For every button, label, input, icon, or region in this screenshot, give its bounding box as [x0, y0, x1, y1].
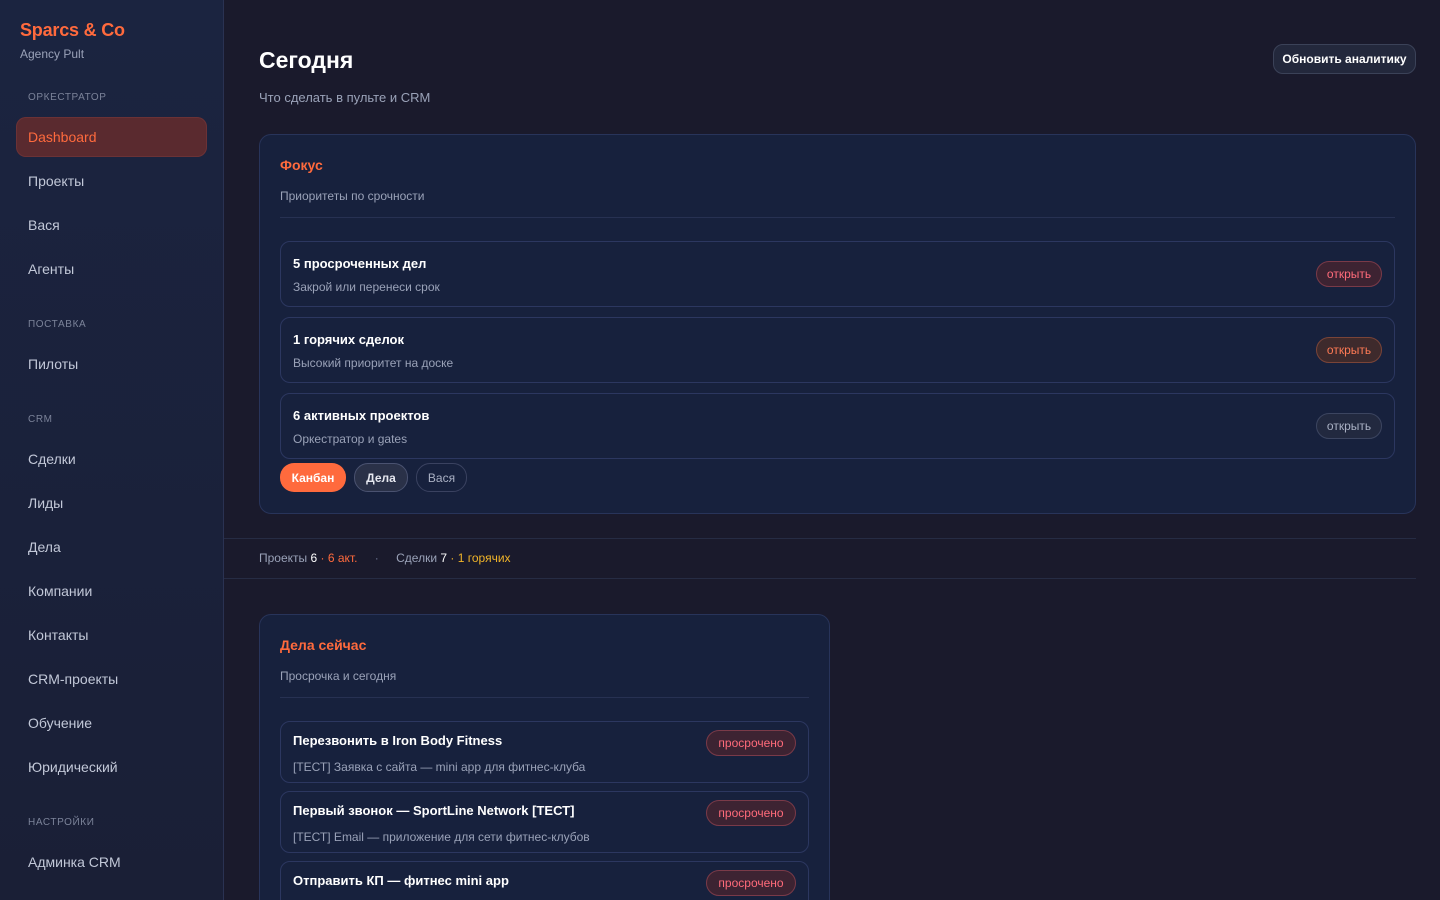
- page-title: Сегодня: [259, 47, 354, 73]
- stats-projects-active: · 6 акт.: [320, 551, 358, 565]
- refresh-analytics-button[interactable]: Обновить аналитику: [1273, 44, 1416, 74]
- sidebar-item-leads[interactable]: Лиды: [16, 483, 207, 523]
- stats-deals-hot: · 1 горячих: [450, 551, 511, 565]
- tasks-chip[interactable]: Дела: [354, 463, 408, 492]
- focus-item-active-projects: 6 активных проектов Оркестратор и gates …: [280, 393, 1395, 459]
- stats-deals-label: Сделки: [396, 551, 438, 565]
- sidebar-item-training[interactable]: Обучение: [16, 703, 207, 743]
- focus-item-title: 1 горячих сделок: [293, 332, 405, 347]
- open-hot-deals-button[interactable]: открыть: [1316, 337, 1382, 363]
- focus-item-overdue: 5 просроченных дел Закрой или перенеси с…: [280, 241, 1395, 307]
- kanban-chip[interactable]: Канбан: [280, 463, 346, 492]
- main-content: Сегодня Что сделать в пульте и CRM Обнов…: [224, 0, 1440, 900]
- stats-projects-label: Проекты: [259, 551, 308, 565]
- nav-section-crm: CRM: [28, 414, 53, 425]
- focus-card-subtitle: Приоритеты по срочности: [280, 189, 425, 203]
- open-projects-button[interactable]: открыть: [1316, 413, 1382, 439]
- task-row[interactable]: Перезвонить в Iron Body Fitness [ТЕСТ] З…: [280, 721, 809, 783]
- sidebar-item-crm-admin[interactable]: Админка CRM: [16, 842, 207, 882]
- page-subtitle: Что сделать в пульте и CRM: [259, 90, 431, 105]
- focus-item-subtitle: Закрой или перенеси срок: [293, 280, 440, 294]
- sidebar-item-crm-projects[interactable]: CRM-проекты: [16, 659, 207, 699]
- task-row[interactable]: Отправить КП — фитнес mini app просрочен…: [280, 861, 809, 900]
- vasya-chip[interactable]: Вася: [416, 463, 467, 492]
- sidebar-item-contacts[interactable]: Контакты: [16, 615, 207, 655]
- brand-logo-text[interactable]: Sparcs & Co: [20, 20, 125, 41]
- stats-projects-count: 6: [310, 551, 318, 565]
- sidebar-item-projects[interactable]: Проекты: [16, 161, 207, 201]
- focus-item-title: 6 активных проектов: [293, 408, 430, 423]
- task-row[interactable]: Первый звонок — SportLine Network [ТЕСТ]…: [280, 791, 809, 853]
- task-subtitle: [ТЕСТ] Заявка с сайта — mini app для фит…: [293, 760, 586, 774]
- nav-section-delivery: ПОСТАВКА: [28, 319, 87, 330]
- stats-deals-count: 7: [440, 551, 448, 565]
- focus-item-title: 5 просроченных дел: [293, 256, 427, 271]
- stats-separator: ·: [374, 551, 379, 565]
- divider: [280, 217, 1395, 218]
- sidebar-item-companies[interactable]: Компании: [16, 571, 207, 611]
- focus-item-subtitle: Высокий приоритет на доске: [293, 356, 454, 370]
- brand-subtitle: Agency Pult: [20, 47, 85, 61]
- sidebar-item-pilots[interactable]: Пилоты: [16, 344, 207, 384]
- divider: [224, 578, 1416, 579]
- overdue-badge: просрочено: [706, 800, 796, 826]
- focus-item-hot-deals: 1 горячих сделок Высокий приоритет на до…: [280, 317, 1395, 383]
- sidebar: Sparcs & Co Agency Pult ОРКЕСТРАТОР Dash…: [0, 0, 224, 900]
- focus-card-title: Фокус: [280, 157, 323, 173]
- tasks-now-card: Дела сейчас Просрочка и сегодня Перезвон…: [259, 614, 830, 900]
- tasks-card-title: Дела сейчас: [280, 637, 367, 653]
- open-overdue-button[interactable]: открыть: [1316, 261, 1382, 287]
- task-title: Первый звонок — SportLine Network [ТЕСТ]: [293, 803, 575, 818]
- nav-section-settings: НАСТРОЙКИ: [28, 817, 95, 828]
- nav-section-orchestrator: ОРКЕСТРАТОР: [28, 92, 107, 103]
- task-title: Перезвонить в Iron Body Fitness: [293, 733, 503, 748]
- summary-stats: Проекты 6 · 6 акт. · Сделки 7 · 1 горячи…: [259, 551, 511, 565]
- overdue-badge: просрочено: [706, 870, 796, 896]
- tasks-card-subtitle: Просрочка и сегодня: [280, 669, 397, 683]
- brand: Sparcs & Co Agency Pult: [20, 20, 125, 61]
- task-title: Отправить КП — фитнес mini app: [293, 873, 509, 888]
- sidebar-item-dashboard[interactable]: Dashboard: [16, 117, 207, 157]
- sidebar-item-agents[interactable]: Агенты: [16, 249, 207, 289]
- sidebar-item-tasks[interactable]: Дела: [16, 527, 207, 567]
- sidebar-item-vasya[interactable]: Вася: [16, 205, 207, 245]
- sidebar-item-legal[interactable]: Юридический: [16, 747, 207, 787]
- overdue-badge: просрочено: [706, 730, 796, 756]
- sidebar-item-deals[interactable]: Сделки: [16, 439, 207, 479]
- divider: [280, 697, 809, 698]
- divider: [224, 538, 1416, 539]
- focus-item-subtitle: Оркестратор и gates: [293, 432, 408, 446]
- focus-card: Фокус Приоритеты по срочности 5 просроче…: [259, 134, 1416, 514]
- task-subtitle: [ТЕСТ] Email — приложение для сети фитне…: [293, 830, 590, 844]
